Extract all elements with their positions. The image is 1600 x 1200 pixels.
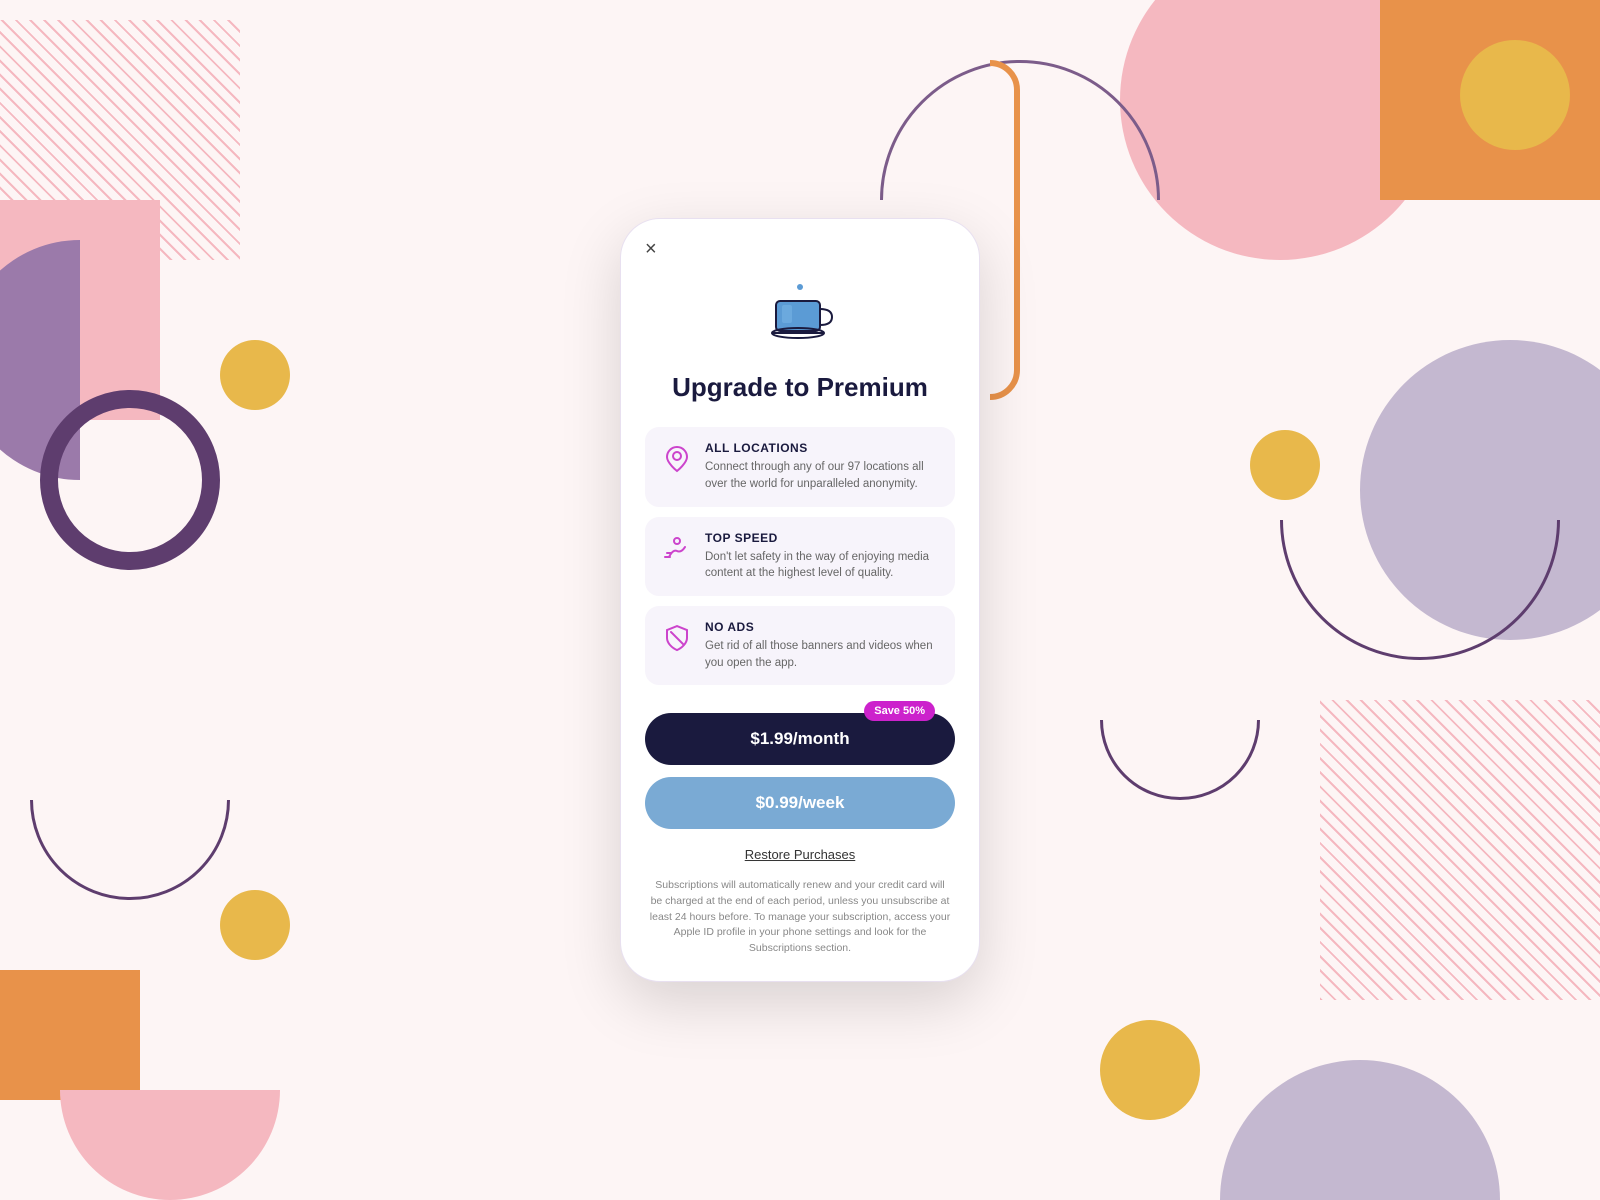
bg-lavender-halfcircle-bottom-right <box>1220 1060 1500 1200</box>
close-button[interactable]: × <box>645 239 657 259</box>
subscription-disclaimer: Subscriptions will automatically renew a… <box>645 878 955 957</box>
bg-pink-hatched-right <box>1320 700 1600 1000</box>
speed-desc: Don't let safety in the way of enjoying … <box>705 549 939 582</box>
locations-title: ALL LOCATIONS <box>705 441 939 455</box>
bg-pink-circle-top-right <box>1120 0 1440 260</box>
feature-card-speed: TOP SPEED Don't let safety in the way of… <box>645 517 955 596</box>
bg-purple-arc-right <box>1280 380 1560 660</box>
speed-text: TOP SPEED Don't let safety in the way of… <box>705 531 939 582</box>
cup-illustration <box>764 279 836 356</box>
modal-title: Upgrade to Premium <box>672 372 928 403</box>
cup-svg <box>764 279 836 351</box>
bg-gold-circle-bottom-right <box>1100 1020 1200 1120</box>
bg-pink-rect-left <box>0 200 160 420</box>
weekly-plan-button[interactable]: $0.99/week <box>645 777 955 829</box>
bg-gold-circle-right <box>1250 430 1320 500</box>
bg-gold-circle-top-right <box>1460 40 1570 150</box>
bg-pink-bowl-bottom-left <box>60 1090 280 1200</box>
monthly-price-label: $1.99/month <box>750 729 849 748</box>
noads-text: NO ADS Get rid of all those banners and … <box>705 620 939 671</box>
speed-icon <box>661 533 693 565</box>
locations-text: ALL LOCATIONS Connect through any of our… <box>705 441 939 492</box>
locations-desc: Connect through any of our 97 locations … <box>705 459 939 492</box>
bg-purple-halfcircle-left <box>0 240 200 480</box>
bg-pink-hatched-top-left <box>0 20 240 260</box>
premium-modal: × Upgrade to Premium <box>620 218 980 982</box>
feature-card-noads: NO ADS Get rid of all those banners and … <box>645 606 955 685</box>
bg-purple-arc-bottom-right <box>1100 640 1260 800</box>
save-badge: Save 50% <box>864 701 935 721</box>
bg-gold-circle-left <box>220 340 290 410</box>
bg-purple-ring-left <box>40 390 220 570</box>
feature-card-locations: ALL LOCATIONS Connect through any of our… <box>645 427 955 506</box>
monthly-plan-button[interactable]: Save 50% $1.99/month <box>645 713 955 765</box>
bg-purple-arc-bottom-left <box>30 700 230 900</box>
bg-orange-rect-top-right <box>1380 0 1600 200</box>
shield-off-icon <box>661 622 693 654</box>
bg-lavender-circle-right <box>1360 340 1600 640</box>
feature-cards-list: ALL LOCATIONS Connect through any of our… <box>645 427 955 685</box>
noads-title: NO ADS <box>705 620 939 634</box>
pricing-area: Save 50% $1.99/month $0.99/week <box>645 713 955 829</box>
restore-purchases-button[interactable]: Restore Purchases <box>745 847 856 862</box>
bg-orange-square-bottom-left <box>0 970 140 1100</box>
bg-gold-circle-bottom-left <box>220 890 290 960</box>
pin-icon <box>661 443 693 475</box>
modal-content: Upgrade to Premium ALL LOCATIONS Connect… <box>621 239 979 957</box>
weekly-price-label: $0.99/week <box>756 793 845 812</box>
noads-desc: Get rid of all those banners and videos … <box>705 638 939 671</box>
speed-title: TOP SPEED <box>705 531 939 545</box>
